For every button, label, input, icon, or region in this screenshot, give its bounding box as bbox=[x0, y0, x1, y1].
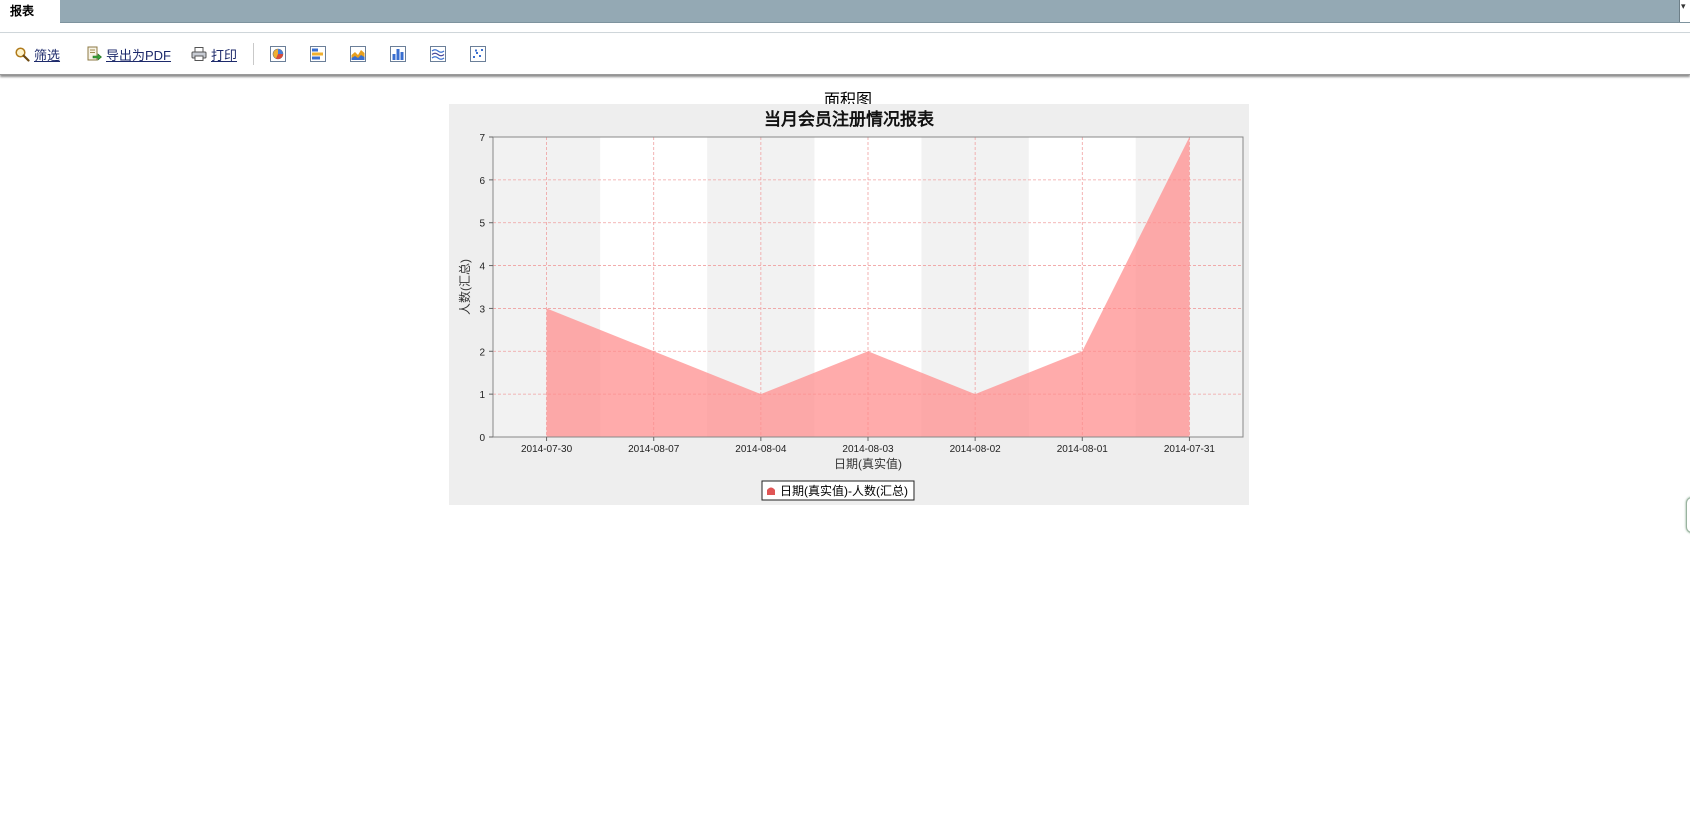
y-tick-label: 2 bbox=[479, 347, 485, 358]
area-chart-button[interactable] bbox=[350, 45, 366, 63]
pie-chart-icon bbox=[270, 46, 286, 62]
x-tick-label: 2014-08-04 bbox=[735, 444, 787, 455]
x-tick-label: 2014-08-07 bbox=[628, 444, 680, 455]
y-tick-label: 7 bbox=[479, 133, 485, 144]
area-chart: 当月会员注册情况报表 0 1 2 3 4 5 6 7 2014-07-30 2014-08-07… bbox=[457, 109, 1244, 501]
floating-scroll-handle[interactable] bbox=[1686, 497, 1690, 533]
filter-button[interactable]: 筛选 bbox=[14, 45, 60, 63]
x-tick-label: 2014-08-03 bbox=[842, 444, 894, 455]
x-tick-label: 2014-08-02 bbox=[950, 444, 1002, 455]
chart-legend: 日期(真实值)-人数(汇总) bbox=[761, 480, 915, 501]
search-icon bbox=[15, 47, 30, 62]
toolbar: 筛选 导出为PDF 打印 bbox=[0, 34, 1690, 75]
export-pdf-label: 导出为PDF bbox=[106, 47, 172, 63]
horizontal-bar-chart-icon bbox=[310, 46, 326, 62]
x-tick-label: 2014-08-01 bbox=[1057, 444, 1109, 455]
chevron-down-icon: ▾ bbox=[1681, 2, 1686, 12]
toolbar-separator bbox=[253, 43, 254, 65]
export-pdf-button[interactable]: 导出为PDF bbox=[86, 45, 171, 63]
chart-panel: 当月会员注册情况报表 0 1 2 3 4 5 6 7 2014-07-30 2014-08-07… bbox=[449, 104, 1249, 505]
x-axis-label: 日期(真实值) bbox=[834, 456, 902, 471]
y-tick-label: 4 bbox=[479, 262, 485, 273]
x-tick-label: 2014-07-31 bbox=[1164, 444, 1216, 455]
print-button[interactable]: 打印 bbox=[191, 45, 237, 63]
bar-chart-icon bbox=[390, 46, 406, 62]
horizontal-bar-chart-button[interactable] bbox=[310, 45, 326, 63]
scatter-chart-button[interactable] bbox=[470, 45, 486, 63]
tab-report-label: 报表 bbox=[10, 4, 35, 18]
printer-icon bbox=[191, 47, 207, 61]
chart-title: 当月会员注册情况报表 bbox=[764, 109, 935, 129]
y-tick-label: 3 bbox=[479, 304, 485, 315]
tab-menu-button[interactable]: ▾ bbox=[1679, 0, 1690, 22]
tab-report[interactable]: 报表 bbox=[0, 0, 60, 23]
tab-bar: 报表 ▾ bbox=[0, 0, 1690, 23]
export-pdf-icon bbox=[87, 46, 102, 61]
y-axis-label: 人数(汇总) bbox=[457, 259, 472, 315]
area-chart-icon bbox=[350, 46, 366, 62]
line-chart-button[interactable] bbox=[430, 45, 446, 63]
y-tick-label: 0 bbox=[479, 433, 485, 444]
y-tick-label: 5 bbox=[479, 219, 485, 230]
print-label: 打印 bbox=[211, 47, 238, 63]
y-tick-label: 6 bbox=[479, 176, 485, 187]
x-tick-label: 2014-07-30 bbox=[521, 444, 573, 455]
pie-chart-button[interactable] bbox=[270, 45, 286, 63]
filter-label: 筛选 bbox=[34, 47, 61, 63]
legend-label: 日期(真实值)-人数(汇总) bbox=[780, 483, 908, 498]
bar-chart-button[interactable] bbox=[390, 45, 406, 63]
line-chart-icon bbox=[430, 46, 446, 62]
scatter-chart-icon bbox=[470, 46, 486, 62]
y-tick-label: 1 bbox=[479, 390, 485, 401]
divider bbox=[0, 32, 1690, 33]
